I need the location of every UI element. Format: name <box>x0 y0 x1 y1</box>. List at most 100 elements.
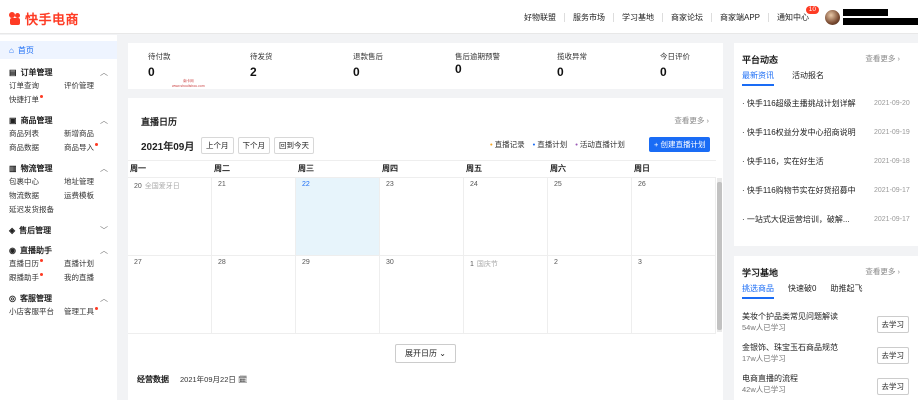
calendar-day[interactable]: 23 <box>380 178 464 255</box>
calendar-day[interactable]: 28 <box>212 256 296 333</box>
stat-value: 0 <box>353 65 360 79</box>
calendar-day[interactable]: 1 国庆节 <box>464 256 548 333</box>
sidebar-item[interactable]: 物流数据 <box>9 189 64 203</box>
stat-pending-payment[interactable]: 待付款 0 <box>148 51 171 79</box>
nav-app[interactable]: 商家端APP <box>712 12 769 22</box>
sidebar-item[interactable]: 管理工具 <box>64 305 119 319</box>
news-item[interactable]: · 快手116超级主播挑战计划详解 2021-09-20 <box>742 98 912 109</box>
next-month-button[interactable]: 下个月 <box>237 137 270 154</box>
stat-today-reviews[interactable]: 今日评价 0 <box>660 51 690 79</box>
create-live-plan-button[interactable]: + 创建直播计划 <box>649 137 711 152</box>
sidebar-item[interactable]: 直播计划 <box>64 257 119 271</box>
nav-learning[interactable]: 学习基地 <box>614 12 663 22</box>
go-learn-button[interactable]: 去学习 <box>876 378 909 395</box>
calendar-day[interactable]: 21 <box>212 178 296 255</box>
sidebar-item-label: 新增商品 <box>64 129 94 138</box>
tab-activity-signup[interactable]: 活动报名 <box>792 70 824 86</box>
stat-overdue-warning[interactable]: 售后逾期预警 0 <box>455 51 517 76</box>
nav-service-market[interactable]: 服务市场 <box>565 12 614 22</box>
weekday-header: 周日 <box>634 164 650 173</box>
calendar-more-link[interactable]: 查看更多 › <box>674 115 709 126</box>
expand-calendar-button[interactable]: 展开日历 ⌄ <box>395 344 456 363</box>
news-item[interactable]: · 快手116购物节实在好货招募中 2021-09-17 <box>742 185 912 196</box>
nav-notifications[interactable]: 通知中心 10 <box>769 5 819 22</box>
tab-quick-start[interactable]: 快速破0 <box>788 283 816 299</box>
sidebar-item[interactable]: 延迟发货报备 <box>9 203 64 217</box>
stat-value: 0 <box>557 65 564 79</box>
sidebar-item[interactable]: 订单查询 <box>9 79 64 93</box>
more-label: 查看更多 <box>865 54 896 63</box>
sidebar-item[interactable]: 新增商品 <box>64 127 119 141</box>
ops-date[interactable]: 2021年09月22日 🗓 <box>180 374 248 385</box>
day-number: 3 <box>638 259 642 266</box>
avatar[interactable] <box>825 9 840 25</box>
tab-boost[interactable]: 助推起飞 <box>830 283 862 299</box>
sidebar-item[interactable]: 快捷打单 <box>9 93 64 107</box>
user-name-redacted[interactable] <box>843 9 918 25</box>
sidebar-item[interactable]: 评价管理 <box>64 79 119 93</box>
sidebar-item[interactable]: 我的直播 <box>64 271 119 285</box>
legend-activity-plan: 活动直播计划 <box>575 139 625 150</box>
home-icon: ⌂ <box>9 45 14 55</box>
sidebar-item[interactable]: 小店客服平台 <box>9 305 64 319</box>
sidebar-group-0[interactable]: ▤ 订单管理 ︿ <box>0 65 117 79</box>
more-label: 查看更多 <box>865 267 896 276</box>
go-learn-button[interactable]: 去学习 <box>876 347 909 364</box>
stat-pickup-exception[interactable]: 揽收异常 0 <box>557 51 587 79</box>
calendar-day[interactable]: 26 <box>632 178 716 255</box>
kuaishou-logo-icon <box>9 12 22 25</box>
new-dot-icon <box>95 307 98 310</box>
platform-more-link[interactable]: 查看更多 › <box>865 53 900 64</box>
sidebar-item[interactable]: 商品列表 <box>9 127 64 141</box>
top-nav: 好物联盟 服务市场 学习基地 商家论坛 商家端APP 通知中心 10 <box>516 0 918 34</box>
news-item[interactable]: · 快手116，实在好生活 2021-09-18 <box>742 156 912 167</box>
news-item[interactable]: · 快手116权益分发中心招商说明 2021-09-19 <box>742 127 912 138</box>
logo[interactable]: 快手电商 <box>9 9 79 28</box>
day-number: 24 <box>470 181 478 188</box>
calendar-day[interactable]: 30 <box>380 256 464 333</box>
ops-date-label: 2021年09月22日 <box>180 375 236 384</box>
sidebar-group-3[interactable]: ◈ 售后管理 ﹀ <box>0 223 117 237</box>
sidebar-item-label: 小店客服平台 <box>9 307 54 316</box>
sidebar-group-2[interactable]: ▥ 物流管理 ︿ <box>0 161 117 175</box>
sidebar-item[interactable]: 商品导入 <box>64 141 119 155</box>
calendar-day[interactable]: 25 <box>548 178 632 255</box>
sidebar-item[interactable]: 跟播助手 <box>9 271 64 285</box>
stat-pending-shipment[interactable]: 待发货 2 <box>250 51 273 79</box>
prev-month-button[interactable]: 上个月 <box>201 137 234 154</box>
calendar-day[interactable]: 3 <box>632 256 716 333</box>
sidebar-item-label: 商品导入 <box>64 143 94 152</box>
tab-latest-news[interactable]: 最新资讯 <box>742 70 774 86</box>
calendar-day[interactable]: 27 <box>128 256 212 333</box>
sidebar-item[interactable]: 地址管理 <box>64 175 119 189</box>
nav-forum[interactable]: 商家论坛 <box>663 12 712 22</box>
new-dot-icon <box>40 273 43 276</box>
sidebar-item[interactable]: 包裹中心 <box>9 175 64 189</box>
sidebar-item[interactable]: 运费模板 <box>64 189 119 203</box>
stat-refunds[interactable]: 退款售后 0 <box>353 51 383 79</box>
nav-affiliate[interactable]: 好物联盟 <box>516 12 565 22</box>
legend-live-record: 直播记录 <box>490 139 525 150</box>
calendar-title: 直播日历 <box>141 117 178 127</box>
today-button[interactable]: 回到今天 <box>274 137 314 154</box>
calendar-scrollbar[interactable] <box>717 178 722 332</box>
sidebar: ⌂ 首页 ▤ 订单管理 ︿ 订单查询 评价管理 快捷打单 ▣ 商品管理 ︿ 商品列表 新增商品 商品数… <box>0 35 117 400</box>
sidebar-item-label: 商品列表 <box>9 129 39 138</box>
calendar-day[interactable]: 24 <box>464 178 548 255</box>
calendar-day[interactable]: 20 全国爱牙日 <box>128 178 212 255</box>
sidebar-group-5[interactable]: ◎ 客服管理 ︿ <box>0 291 117 305</box>
news-item[interactable]: · 一站式大促运营培训，破解... 2021-09-17 <box>742 214 912 225</box>
sidebar-item-home[interactable]: ⌂ 首页 <box>0 41 117 59</box>
sidebar-item[interactable]: 商品数据 <box>9 141 64 155</box>
sidebar-item-label: 地址管理 <box>64 177 94 186</box>
sidebar-group-4[interactable]: ◉ 直播助手 ︿ <box>0 243 117 257</box>
learning-more-link[interactable]: 查看更多 › <box>865 266 900 277</box>
sidebar-item[interactable]: 直播日历 <box>9 257 64 271</box>
calendar-day[interactable]: 29 <box>296 256 380 333</box>
calendar-day-today[interactable]: 22 <box>296 178 380 255</box>
calendar-day[interactable]: 2 <box>548 256 632 333</box>
go-learn-button[interactable]: 去学习 <box>876 316 909 333</box>
weekday-header: 周五 <box>466 164 482 173</box>
tab-pick-products[interactable]: 挑选商品 <box>742 283 774 299</box>
sidebar-group-1[interactable]: ▣ 商品管理 ︿ <box>0 113 117 127</box>
